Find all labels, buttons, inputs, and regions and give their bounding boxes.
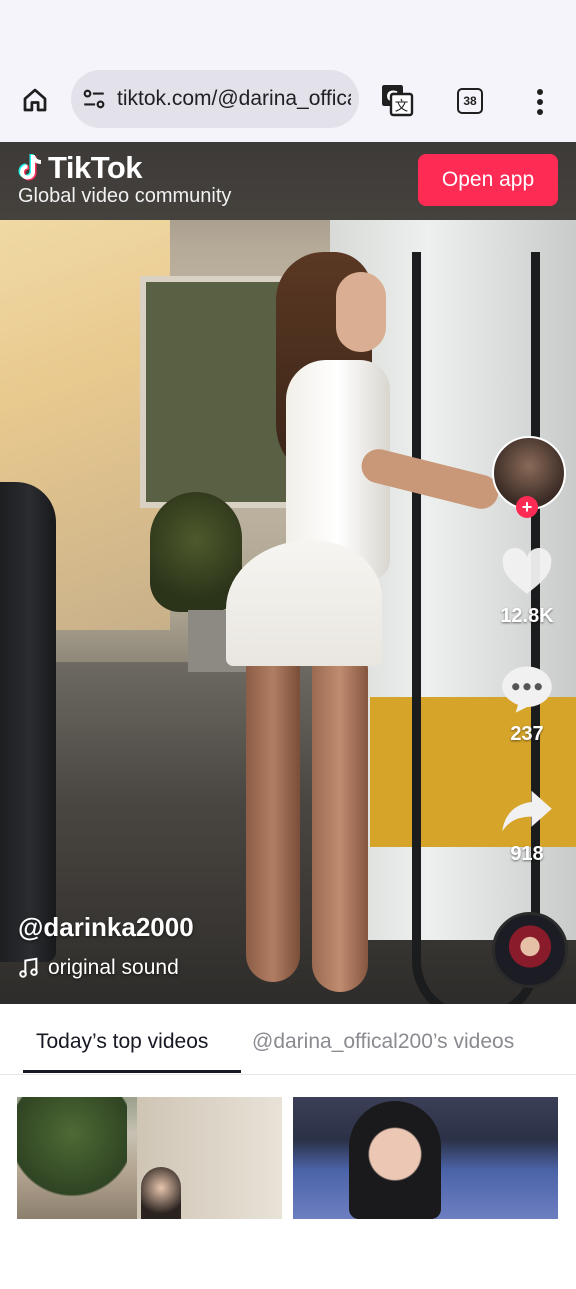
share-button[interactable]: 918: [492, 788, 562, 866]
video-figure-leg: [246, 642, 300, 982]
video-poster: [140, 276, 292, 508]
video-thumbnail[interactable]: [293, 1097, 558, 1219]
video-player[interactable]: TikTok Global video community Open app +…: [0, 142, 576, 1004]
caption-username[interactable]: @darinka2000: [18, 912, 194, 943]
share-arrow-icon: [502, 790, 552, 832]
video-figure-leg: [312, 642, 368, 992]
browser-menu-button[interactable]: [526, 82, 554, 122]
caption-sound[interactable]: original sound: [18, 956, 179, 980]
tiktok-logo[interactable]: TikTok: [18, 150, 143, 186]
tiktok-banner: TikTok Global video community Open app: [0, 142, 576, 220]
translate-icon: G文: [382, 85, 414, 117]
browser-toolbar: tiktok.com/@darina_offical200 G文 38: [0, 60, 576, 142]
address-bar[interactable]: tiktok.com/@darina_offical200: [71, 70, 359, 128]
music-disc[interactable]: [492, 912, 568, 988]
more-vert-icon: [537, 89, 543, 115]
tab-user-videos[interactable]: @darina_offical200’s videos: [252, 1030, 514, 1054]
follow-plus-icon[interactable]: +: [516, 496, 538, 518]
share-count: 918: [510, 843, 544, 865]
comment-count: 237: [510, 723, 544, 745]
video-car: [0, 482, 56, 962]
video-thumbnail[interactable]: [17, 1097, 282, 1219]
heart-icon: [502, 547, 552, 594]
tiktok-tagline: Global video community: [18, 185, 232, 207]
home-icon: [23, 88, 47, 112]
video-figure-skirt: [226, 540, 382, 666]
music-note-icon: [19, 957, 38, 978]
svg-text:文: 文: [395, 99, 409, 115]
status-bar: [0, 0, 576, 60]
tab-top-videos[interactable]: Today’s top videos: [36, 1030, 208, 1054]
translate-button[interactable]: G文: [376, 80, 418, 120]
video-figure-face: [336, 272, 386, 352]
video-tabs: Today’s top videos @darina_offical200’s …: [0, 1004, 576, 1075]
tiktok-note-icon: [18, 154, 42, 181]
site-settings-icon: [83, 89, 105, 109]
video-hose: [412, 252, 540, 1004]
tab-count: 38: [457, 88, 483, 114]
tiktok-logo-text: TikTok: [48, 150, 143, 185]
home-button[interactable]: [14, 80, 56, 120]
like-count: 12.8K: [500, 605, 554, 627]
comment-button[interactable]: 237: [492, 664, 562, 746]
tab-switcher-button[interactable]: 38: [453, 84, 487, 118]
open-app-button[interactable]: Open app: [418, 154, 558, 206]
like-button[interactable]: 12.8K: [492, 547, 562, 628]
sound-name: original sound: [48, 956, 179, 979]
comment-icon: [502, 666, 552, 713]
url-text: tiktok.com/@darina_offical200: [117, 87, 351, 110]
active-tab-indicator: [23, 1070, 241, 1073]
thumbnail-tree: [17, 1097, 127, 1219]
thumbnail-person: [141, 1167, 181, 1219]
thumbnail-person: [349, 1101, 441, 1219]
